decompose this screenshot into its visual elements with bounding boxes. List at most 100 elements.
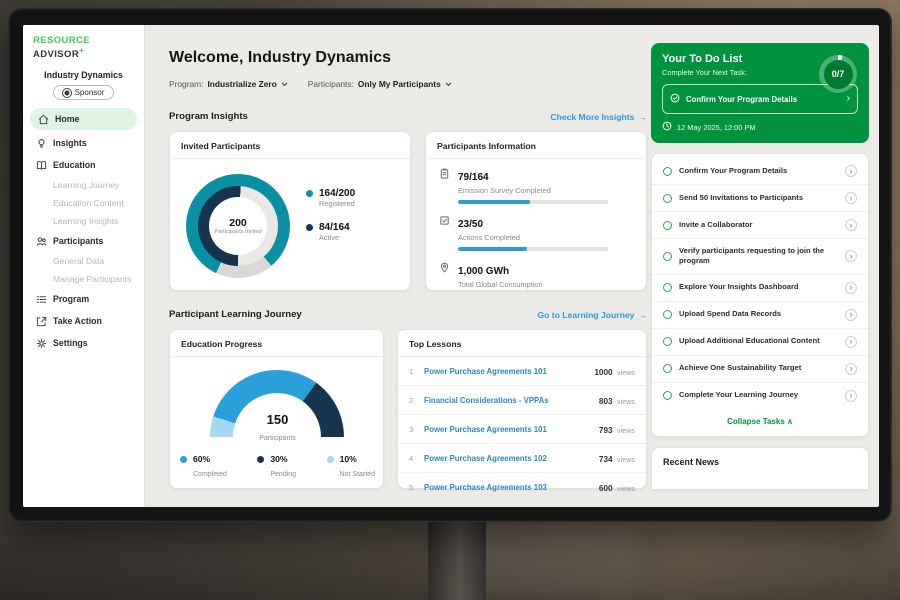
sidebar-item-learning-journey[interactable]: Learning Journey [23, 176, 144, 194]
task-row[interactable]: Achieve One Sustainability Target › [652, 356, 868, 383]
sidebar-item-home[interactable]: Home [30, 108, 137, 130]
pin-icon [438, 261, 450, 273]
arrow-right-icon: → [638, 112, 647, 122]
task-open-button[interactable]: › [845, 219, 857, 231]
filter-label: Participants: [308, 79, 354, 89]
task-checkbox[interactable] [663, 337, 672, 346]
legend-dot [327, 456, 334, 463]
task-row[interactable]: Upload Spend Data Records › [652, 302, 868, 329]
monitor-bezel: RESOURCE ADVISOR+ Industry Dynamics Spon… [8, 8, 892, 522]
logo-plus: + [79, 46, 84, 55]
task-row[interactable]: Confirm Your Program Details › [652, 158, 868, 185]
task-checkbox[interactable] [663, 221, 672, 230]
link-label: Go to Learning Journey [537, 310, 634, 320]
card-title: Education Progress [170, 330, 383, 357]
list-icon [35, 293, 47, 305]
sidebar-item-insights[interactable]: Insights [23, 132, 144, 154]
sidebar-item-participants[interactable]: Participants [23, 230, 144, 252]
legend-registered: 164/200 Registered [306, 188, 355, 208]
chevron-down-icon [445, 79, 452, 89]
sidebar-item-settings[interactable]: Settings [23, 332, 144, 354]
nav-label: Take Action [53, 316, 102, 326]
recent-news-title: Recent News [663, 457, 857, 467]
sidebar-item-learning-insights[interactable]: Learning Insights [23, 212, 144, 230]
lesson-row: 1 Power Purchase Agreements 101 1000 vie… [398, 357, 646, 386]
task-row[interactable]: Invite a Collaborator › [652, 212, 868, 239]
task-row[interactable]: Explore Your Insights Dashboard › [652, 275, 868, 302]
task-row[interactable]: Send 50 Invitations to Participants › [652, 185, 868, 212]
task-checkbox[interactable] [663, 310, 672, 319]
task-checkbox[interactable] [663, 167, 672, 176]
invited-participants-card: Invited Participants 200 Participants In… [169, 131, 411, 291]
go-to-learning-journey-link[interactable]: Go to Learning Journey → [537, 310, 647, 320]
app-logo: RESOURCE ADVISOR+ [23, 25, 144, 62]
due-row: 12 May 2025, 12:00 PM [662, 121, 858, 133]
sidebar-item-education[interactable]: Education [23, 154, 144, 176]
task-open-button[interactable]: › [845, 390, 857, 402]
sidebar-item-manage-participants[interactable]: Manage Participants [23, 270, 144, 288]
sidebar-item-program[interactable]: Program [23, 288, 144, 310]
section-title: Participant Learning Journey [169, 309, 302, 320]
home-icon [37, 113, 49, 125]
lesson-link[interactable]: Power Purchase Agreements 102 [424, 454, 592, 463]
gauge-value: 150 [170, 412, 385, 427]
stat-actions-completed: 23/50 Actions Completed [426, 206, 646, 253]
program-filter[interactable]: Program: Industrialize Zero [169, 79, 288, 89]
task-row[interactable]: Complete Your Learning Journey › [652, 383, 868, 409]
nav-label: Participants [53, 236, 103, 246]
progress-bar [458, 200, 608, 204]
donut-center: 200 Participants Invited [209, 197, 267, 255]
check-more-insights-link[interactable]: Check More Insights → [550, 112, 647, 122]
nav-label: Settings [53, 338, 88, 348]
filter-value: Only My Participants [358, 79, 441, 89]
task-open-button[interactable]: › [845, 165, 857, 177]
task-row[interactable]: Verify participants requesting to join t… [652, 239, 868, 275]
legend-pending: 30% Pending [257, 454, 296, 478]
logo-secondary: ADVISOR [33, 49, 79, 60]
lesson-link[interactable]: Power Purchase Agreements 103 [424, 483, 592, 492]
task-open-button[interactable]: › [845, 363, 857, 375]
collapse-tasks-link[interactable]: Collapse Tasks ∧ [652, 409, 868, 432]
task-open-button[interactable]: › [845, 336, 857, 348]
participants-filter[interactable]: Participants: Only My Participants [308, 79, 452, 89]
program-insights-header: Program Insights Check More Insights → [169, 111, 647, 122]
lesson-row: 5 Power Purchase Agreements 103 600 view… [398, 473, 646, 501]
sidebar-item-take-action[interactable]: Take Action [23, 310, 144, 332]
task-checkbox[interactable] [663, 194, 672, 203]
recent-news-card: Recent News [651, 447, 869, 490]
sponsor-icon [63, 89, 71, 97]
task-checkbox[interactable] [663, 283, 672, 292]
gauge-legend: 60% Completed 30% Pending 10% Not Starte… [180, 454, 375, 478]
todo-summary-card: Your To Do List 0/7 Complete Your Next T… [651, 43, 869, 143]
task-open-button[interactable]: › [845, 250, 857, 262]
task-checkbox[interactable] [663, 252, 672, 261]
task-checkbox[interactable] [663, 391, 672, 400]
donut-legend: 164/200 Registered 84/164 Active [306, 188, 355, 242]
sidebar-nav: Home Insights Education Learning Journey… [23, 108, 144, 354]
nav-label: Home [55, 114, 79, 124]
task-checkbox[interactable] [663, 364, 672, 373]
lesson-link[interactable]: Power Purchase Agreements 101 [424, 425, 592, 434]
bulb-icon [35, 137, 47, 149]
next-task-label: Confirm Your Program Details [686, 95, 841, 104]
card-title: Top Lessons [398, 330, 646, 357]
donut-inner-ring: 200 Participants Invited [198, 186, 278, 266]
chevron-right-icon: › [847, 94, 850, 104]
task-open-button[interactable]: › [845, 192, 857, 204]
sidebar-item-general-data[interactable]: General Data [23, 252, 144, 270]
check-circle-icon [670, 90, 680, 108]
lesson-link[interactable]: Financial Considerations - VPPAs [424, 396, 592, 405]
lesson-link[interactable]: Power Purchase Agreements 101 [424, 367, 587, 376]
participants-info-card: Participants Information 79/164 Emission… [425, 131, 647, 291]
todo-progress-value: 0/7 [824, 60, 853, 89]
main-content: Welcome, Industry Dynamics Program: Indu… [169, 25, 647, 507]
task-open-button[interactable]: › [845, 309, 857, 321]
sponsor-badge[interactable]: Sponsor [53, 85, 115, 100]
task-row[interactable]: Upload Additional Educational Content › [652, 329, 868, 356]
task-open-button[interactable]: › [845, 282, 857, 294]
filter-bar: Program: Industrialize Zero Participants… [169, 79, 452, 89]
card-title: Invited Participants [170, 132, 410, 159]
lesson-row: 4 Power Purchase Agreements 102 734 view… [398, 444, 646, 473]
dashboard-screen: RESOURCE ADVISOR+ Industry Dynamics Spon… [23, 25, 879, 507]
sidebar-item-education-content[interactable]: Education Content [23, 194, 144, 212]
